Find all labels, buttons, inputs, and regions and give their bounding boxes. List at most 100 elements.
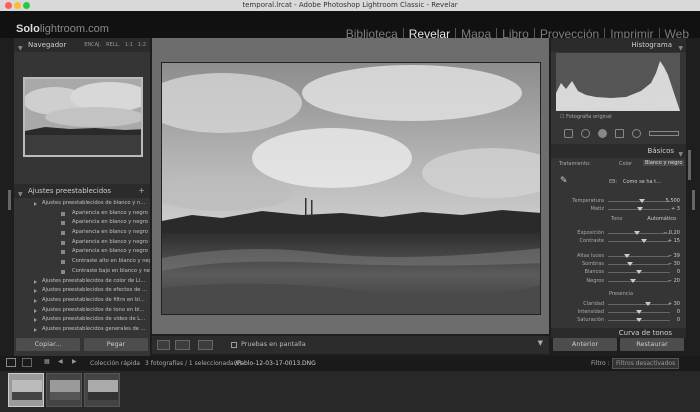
preset-item[interactable]: Apariencia en blanco y negro 5: [14, 247, 150, 257]
paste-button[interactable]: Pegar: [84, 338, 148, 351]
toolbar-menu-icon[interactable]: ▼: [538, 339, 543, 347]
slider-track[interactable]: [608, 256, 670, 257]
slider-value[interactable]: − 39: [668, 253, 680, 259]
slider-knob[interactable]: [629, 279, 636, 283]
slider-value[interactable]: − 20: [668, 278, 680, 284]
add-preset-icon[interactable]: +: [138, 184, 145, 198]
preset-item[interactable]: Apariencia en blanco y negro 2: [14, 218, 150, 228]
filter-select[interactable]: Filtros desactivados: [612, 358, 680, 369]
exif-iso: ISO 100: [560, 102, 580, 108]
before-after-button[interactable]: [175, 340, 190, 350]
collection-name[interactable]: Colección rápida: [90, 360, 140, 367]
slider-knob[interactable]: [623, 254, 630, 258]
slider-knob[interactable]: [636, 270, 642, 274]
grid-view-icon[interactable]: ▦: [44, 358, 50, 365]
preset-item[interactable]: Contraste bajo en blanco y negro: [14, 267, 150, 277]
minimize-window-button[interactable]: [14, 2, 21, 9]
preset-group[interactable]: Ajustes preestablecidos de blanco y n...: [14, 199, 150, 209]
slider-track[interactable]: [608, 304, 670, 305]
expand-triangle-icon: [34, 327, 37, 332]
preset-group[interactable]: Ajustes preestablecidos de tono en bl...: [14, 306, 150, 316]
preset-item[interactable]: Apariencia en blanco y negro 1: [14, 209, 150, 219]
slider-track[interactable]: [608, 281, 670, 282]
graduated-filter-icon[interactable]: [615, 128, 624, 138]
logo: Sololightroom.com: [16, 23, 109, 35]
right-panel-toggle[interactable]: [692, 190, 695, 210]
navigator-preview[interactable]: [23, 77, 143, 157]
treatment-color[interactable]: Color: [619, 161, 632, 167]
slider-knob[interactable]: [636, 318, 642, 322]
slider-value[interactable]: 5.500: [666, 198, 680, 204]
preset-item[interactable]: Contraste alto en blanco y negro: [14, 257, 150, 267]
slider-value[interactable]: + 3: [671, 206, 680, 212]
zoom-1-2[interactable]: 1:2: [138, 38, 146, 52]
window-titlebar: temporal.lrcat - Adobe Photoshop Lightro…: [0, 0, 700, 11]
slider-value[interactable]: 0: [677, 309, 680, 315]
preset-label: Apariencia en blanco y negro 2: [72, 219, 150, 226]
zoom-window-button[interactable]: [23, 2, 30, 9]
slider-knob[interactable]: [640, 239, 647, 243]
main-window-icon[interactable]: [6, 358, 16, 367]
filter-label: Filtro :: [591, 360, 610, 367]
slider-knob[interactable]: [637, 207, 644, 211]
spot-removal-tool-icon[interactable]: [581, 128, 590, 138]
slider-value[interactable]: − 0,20: [663, 230, 680, 236]
current-file[interactable]: /Pablo-12-03-17-0013.DNG: [235, 360, 316, 367]
slider-knob[interactable]: [626, 262, 633, 266]
slider-knob[interactable]: [645, 302, 652, 306]
presets-header[interactable]: ▼ Ajustes preestablecidos +: [14, 184, 150, 198]
restore-button[interactable]: Restaurar: [620, 338, 684, 351]
histogram-header[interactable]: Histograma ▼: [551, 38, 686, 52]
left-panel-toggle[interactable]: [8, 190, 11, 210]
radial-filter-icon[interactable]: [632, 128, 641, 138]
presence-label: Presencia: [609, 291, 634, 297]
slider-track[interactable]: [608, 264, 670, 265]
brush-tool-icon[interactable]: [649, 130, 679, 136]
navigator-header[interactable]: ▼ Navegador ENCAJ. RELL. 1:1 1:2: [14, 38, 150, 52]
before-after-swap-button[interactable]: [198, 340, 213, 350]
wb-select[interactable]: Como se ha t...: [623, 179, 661, 185]
eyedropper-icon[interactable]: ✎: [560, 176, 568, 186]
film-thumb-2[interactable]: [46, 373, 82, 407]
slider-value[interactable]: + 15: [668, 238, 680, 244]
preset-group[interactable]: Ajustes preestablecidos de filtro en bl.…: [14, 296, 150, 306]
second-window-icon[interactable]: [22, 358, 32, 367]
preset-group[interactable]: Ajustes preestablecidos de color de Li..…: [14, 277, 150, 287]
slider-knob[interactable]: [634, 231, 641, 235]
preset-item[interactable]: Apariencia en blanco y negro 4: [14, 238, 150, 248]
slider-knob[interactable]: [639, 199, 646, 203]
tone-curve-header[interactable]: Curva de tonos: [551, 328, 686, 338]
back-arrow-icon[interactable]: ◀: [58, 358, 63, 365]
treatment-bw[interactable]: Blanco y negro: [643, 160, 685, 166]
preset-group[interactable]: Ajustes preestablecidos generales de ...: [14, 325, 150, 335]
preset-group[interactable]: Ajustes preestablecidos de video de L...: [14, 315, 150, 325]
slider-value[interactable]: − 30: [668, 261, 680, 267]
slider-track[interactable]: [608, 241, 670, 242]
zoom-1-1[interactable]: 1:1: [125, 38, 133, 52]
photo-preview[interactable]: [161, 62, 541, 315]
slider-value[interactable]: 0: [677, 269, 680, 275]
window-title: temporal.lrcat - Adobe Photoshop Lightro…: [242, 1, 458, 9]
loupe-view-button[interactable]: [157, 340, 170, 350]
film-thumb-3[interactable]: [84, 373, 120, 407]
preset-group[interactable]: Ajustes preestablecidos de efectos de ..…: [14, 286, 150, 296]
preset-item[interactable]: Apariencia en blanco y negro 3: [14, 228, 150, 238]
crop-tool-icon[interactable]: [564, 128, 573, 138]
slider-value[interactable]: 0: [677, 317, 680, 323]
zoom-fit[interactable]: ENCAJ.: [84, 38, 101, 52]
right-panel-scrollbar[interactable]: [688, 150, 691, 180]
film-thumb-image: [88, 380, 118, 400]
loupe-view: [152, 38, 549, 334]
red-eye-tool-icon[interactable]: [598, 128, 607, 138]
film-thumb-1[interactable]: [8, 373, 44, 407]
slider-value[interactable]: + 30: [668, 301, 680, 307]
forward-arrow-icon[interactable]: ▶: [72, 358, 77, 365]
zoom-fill[interactable]: RELL.: [106, 38, 120, 52]
close-window-button[interactable]: [5, 2, 12, 9]
copy-button[interactable]: Copiar...: [16, 338, 80, 351]
slider-knob[interactable]: [636, 310, 642, 314]
basics-header[interactable]: Básicos ▼: [551, 144, 686, 158]
previous-button[interactable]: Anterior: [553, 338, 617, 351]
soft-proof-checkbox[interactable]: [231, 342, 237, 348]
auto-tone-button[interactable]: Automático: [647, 216, 676, 222]
